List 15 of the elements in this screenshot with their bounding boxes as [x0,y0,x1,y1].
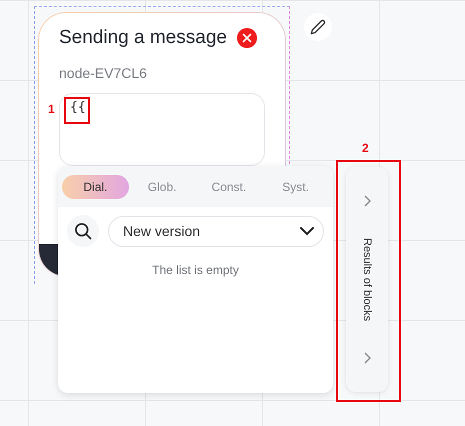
node-title: Sending a message [59,27,227,49]
chevron-right-icon[interactable] [363,195,371,207]
version-select[interactable]: New version [108,216,324,246]
annotation-number: 2 [362,141,369,155]
tab[interactable]: Dial. [62,174,129,198]
annotation-frame [64,97,90,124]
node-id: node-EV7CL6 [59,65,148,81]
edit-icon[interactable] [304,13,332,41]
close-icon[interactable] [236,28,257,48]
search-icon[interactable] [67,215,99,247]
annotation-number: 1 [48,102,55,116]
panel-label: Results of blocks [361,238,373,322]
empty-message: The list is empty [152,263,239,277]
chevron-down-icon[interactable] [299,226,315,236]
chevron-right-icon[interactable] [363,352,371,364]
